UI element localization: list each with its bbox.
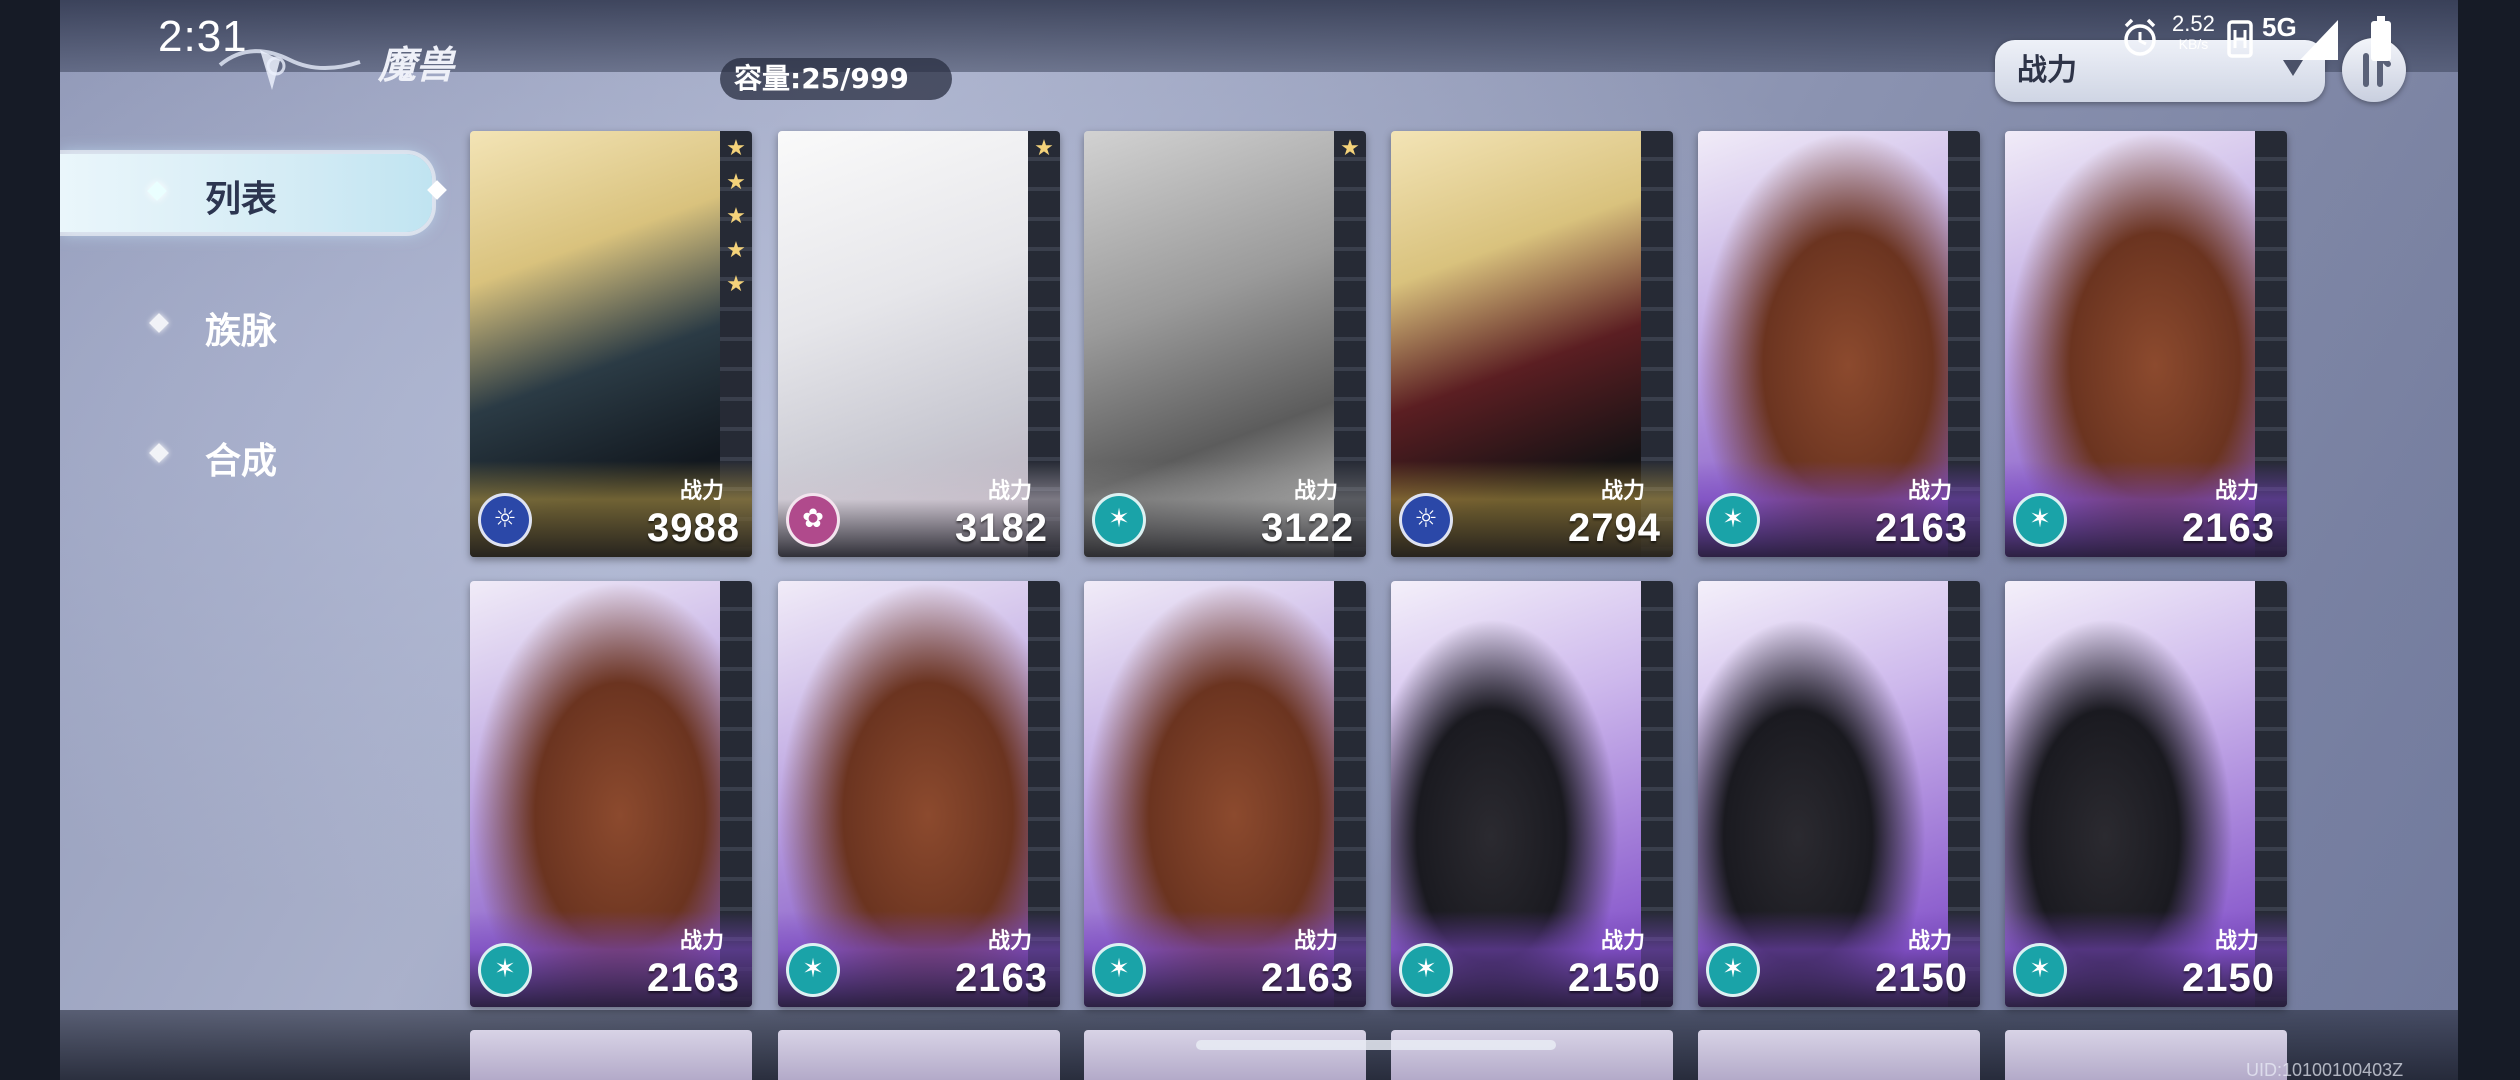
star-icon: ★	[726, 238, 746, 263]
sparkle-icon	[147, 181, 167, 201]
power-label: 战力	[679, 929, 724, 954]
beast-card[interactable]: ★ ✿ 战力 3182	[778, 131, 1060, 557]
power-label: 战力	[1293, 929, 1338, 954]
beast-crest-icon: ✶	[1092, 943, 1146, 997]
partial-card[interactable]	[1391, 1030, 1673, 1080]
diamond-icon	[149, 443, 169, 463]
page-title: 魔兽	[378, 43, 455, 87]
alarm-icon	[2124, 18, 2156, 56]
beast-card[interactable]: ✶ 战力 2150	[1698, 581, 1980, 1007]
screen: 魔兽 容量:25/999 战力 列表 族脉 合成 UID:10100100403…	[0, 0, 2520, 1080]
beast-card[interactable]: ✶ 战力 2150	[2005, 581, 2287, 1007]
power-value: 2163	[647, 956, 740, 1000]
network-type: 5G	[2262, 12, 2297, 42]
partial-card[interactable]	[778, 1030, 1060, 1080]
power-value: 2150	[1568, 956, 1661, 1000]
beast-crest-icon: ✶	[2013, 943, 2067, 997]
network-speed-value: 2.52	[2172, 11, 2215, 36]
power-value: 2794	[1568, 506, 1661, 550]
network-speed: 2.52 KB/s	[2172, 11, 2215, 74]
power-value: 2163	[1875, 506, 1968, 550]
beast-crest-icon: ✶	[1399, 943, 1453, 997]
power-label: 战力	[679, 479, 724, 504]
game-viewport: 魔兽 容量:25/999 战力 列表 族脉 合成 UID:10100100403…	[60, 0, 2458, 1080]
capacity-indicator: 容量:25/999	[720, 58, 952, 100]
beast-card[interactable]: ★ ✶ 战力 3122	[1084, 131, 1366, 557]
power-label: 战力	[987, 479, 1032, 504]
beast-crest-icon: ✶	[478, 943, 532, 997]
power-label: 战力	[1907, 929, 1952, 954]
power-value: 2163	[955, 956, 1048, 1000]
star-icon: ★	[1034, 136, 1054, 161]
beast-crest-icon: ✶	[1706, 493, 1760, 547]
nav-item-list[interactable]: 列表	[60, 154, 447, 232]
beast-crest-icon: ✶	[786, 943, 840, 997]
active-indicator-icon	[427, 180, 447, 200]
sun-crest-icon: ☼	[1399, 493, 1453, 547]
nav-item-label: 列表	[205, 179, 278, 220]
beast-card[interactable]: ☼ 战力 2794	[1391, 131, 1673, 557]
beast-card[interactable]: ✶ 战力 2163	[470, 581, 752, 1007]
power-value: 3122	[1261, 506, 1354, 550]
power-label: 战力	[1600, 479, 1645, 504]
power-value: 2163	[1261, 956, 1354, 1000]
partial-card[interactable]	[1084, 1030, 1366, 1080]
nav-item-label: 族脉	[205, 311, 278, 352]
star-icon: ★	[726, 272, 746, 297]
sort-selected-label: 战力	[2017, 53, 2077, 88]
sun-crest-icon: ☼	[478, 493, 532, 547]
beast-card[interactable]: ✶ 战力 2163	[1084, 581, 1366, 1007]
star-icon: ★	[726, 204, 746, 229]
nav-item-family[interactable]: 族脉	[60, 286, 432, 364]
partial-card[interactable]	[1698, 1030, 1980, 1080]
star-icon: ★	[726, 136, 746, 161]
beast-card[interactable]: ✶ 战力 2163	[2005, 131, 2287, 557]
beast-card[interactable]: ✶ 战力 2163	[778, 581, 1060, 1007]
power-label: 战力	[1907, 479, 1952, 504]
partial-card[interactable]	[2005, 1030, 2287, 1080]
beast-card[interactable]: ★ ★ ★ ★ ★ ☼ 战力 3988	[470, 131, 752, 557]
power-label: 战力	[2214, 479, 2259, 504]
power-value: 2150	[1875, 956, 1968, 1000]
power-value: 3988	[647, 506, 740, 550]
hd-icon	[2227, 20, 2253, 58]
power-value: 2150	[2182, 956, 2275, 1000]
beast-crest-icon: ✶	[2013, 493, 2067, 547]
home-indicator[interactable]	[1196, 1040, 1556, 1050]
beast-crest-icon: ✶	[1706, 943, 1760, 997]
beast-card[interactable]: ✶ 战力 2150	[1391, 581, 1673, 1007]
battery-icon	[2371, 16, 2391, 61]
nav-item-synthesis[interactable]: 合成	[60, 416, 432, 494]
power-label: 战力	[1600, 929, 1645, 954]
star-icon: ★	[726, 170, 746, 195]
partial-card[interactable]	[470, 1030, 752, 1080]
power-label: 战力	[987, 929, 1032, 954]
power-label: 战力	[2214, 929, 2259, 954]
power-label: 战力	[1293, 479, 1338, 504]
signal-icon	[2300, 20, 2338, 60]
diamond-icon	[149, 313, 169, 333]
beast-crest-icon: ✶	[1092, 493, 1146, 547]
star-icon: ★	[1340, 136, 1360, 161]
nav-item-label: 合成	[205, 441, 278, 482]
power-value: 3182	[955, 506, 1048, 550]
uid-label: UID:10100100403Z	[2246, 1060, 2404, 1080]
beast-card[interactable]: ✶ 战力 2163	[1698, 131, 1980, 557]
power-value: 2163	[2182, 506, 2275, 550]
status-time: 2:31	[158, 12, 248, 61]
rose-crest-icon: ✿	[786, 493, 840, 547]
network-speed-unit: KB/s	[2178, 36, 2209, 52]
